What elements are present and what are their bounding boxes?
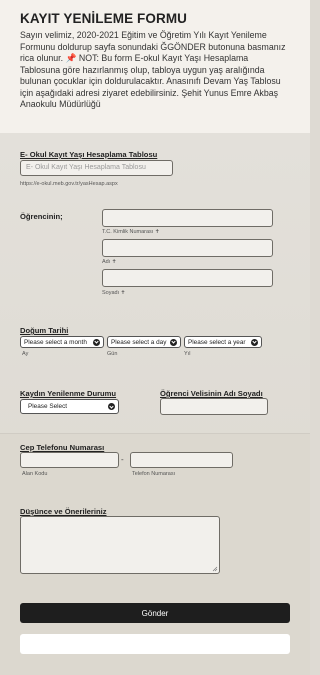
tc-kimlik-sublabel: T.C. Kimlik Numarası ✝ bbox=[102, 229, 160, 235]
phone-number-input[interactable] bbox=[130, 452, 233, 468]
birth-month-select[interactable]: Please select a month bbox=[20, 336, 104, 348]
eokul-url[interactable]: https://e-okul.meb.gov.tr/yasHesap.aspx bbox=[20, 181, 118, 187]
birth-year-select[interactable]: Please select a year bbox=[184, 336, 262, 348]
birth-day-value: Please select a day bbox=[111, 338, 167, 346]
resize-handle-icon[interactable] bbox=[212, 566, 218, 572]
area-code-input[interactable] bbox=[20, 452, 119, 468]
eokul-input[interactable]: E- Okul Kayıt Yaşı Hesaplama Tablosu bbox=[20, 160, 173, 176]
chevron-down-icon bbox=[251, 338, 258, 346]
footer-box bbox=[20, 634, 290, 654]
eokul-label: E- Okul Kayıt Yaşı Hesaplama Tablosu bbox=[20, 150, 158, 159]
surname-sublabel: Soyadı ✝ bbox=[102, 290, 126, 296]
birth-day-select[interactable]: Please select a day bbox=[107, 336, 181, 348]
phone-number-sublabel: Telefon Numarası bbox=[132, 471, 176, 477]
tc-kimlik-input[interactable] bbox=[102, 209, 273, 227]
area-code-sublabel: Alan Kodu bbox=[22, 471, 48, 477]
comments-label: Düşünce ve Önerileriniz bbox=[20, 507, 107, 516]
chevron-down-icon bbox=[170, 338, 177, 346]
submit-button[interactable]: Gönder bbox=[20, 603, 290, 623]
student-label: Öğrencinin; bbox=[20, 212, 63, 221]
birth-date-label: Doğum Tarihi bbox=[20, 326, 69, 335]
renewal-status-label: Kaydın Yenilenme Durumu bbox=[20, 389, 117, 398]
birth-month-sublabel: Ay bbox=[22, 351, 29, 357]
section-divider bbox=[0, 433, 310, 434]
surname-input[interactable] bbox=[102, 269, 273, 287]
form-header: KAYIT YENİLEME FORMU Sayın velimiz, 2020… bbox=[0, 0, 310, 133]
chevron-down-icon bbox=[108, 403, 115, 410]
parent-name-label: Öğrenci Velisinin Adı Soyadı bbox=[160, 389, 263, 398]
chevron-down-icon bbox=[93, 338, 100, 346]
renewal-status-select[interactable]: Please Select bbox=[20, 399, 119, 414]
phone-dash: - bbox=[121, 455, 124, 464]
phone-label: Cep Telefonu Numarası bbox=[20, 443, 105, 452]
renewal-status-value: Please Select bbox=[28, 403, 68, 410]
form-description: Sayın velimiz, 2020-2021 Eğitim ve Öğret… bbox=[20, 30, 286, 109]
comments-textarea[interactable] bbox=[20, 516, 220, 574]
first-name-input[interactable] bbox=[102, 239, 273, 257]
birth-month-value: Please select a month bbox=[24, 338, 87, 346]
first-name-sublabel: Adı ✝ bbox=[102, 259, 117, 265]
form-title: KAYIT YENİLEME FORMU bbox=[20, 11, 188, 26]
birth-day-sublabel: Gün bbox=[107, 351, 118, 357]
parent-name-input[interactable] bbox=[160, 398, 268, 415]
birth-year-sublabel: Yıl bbox=[184, 351, 191, 357]
birth-year-value: Please select a year bbox=[188, 338, 246, 346]
